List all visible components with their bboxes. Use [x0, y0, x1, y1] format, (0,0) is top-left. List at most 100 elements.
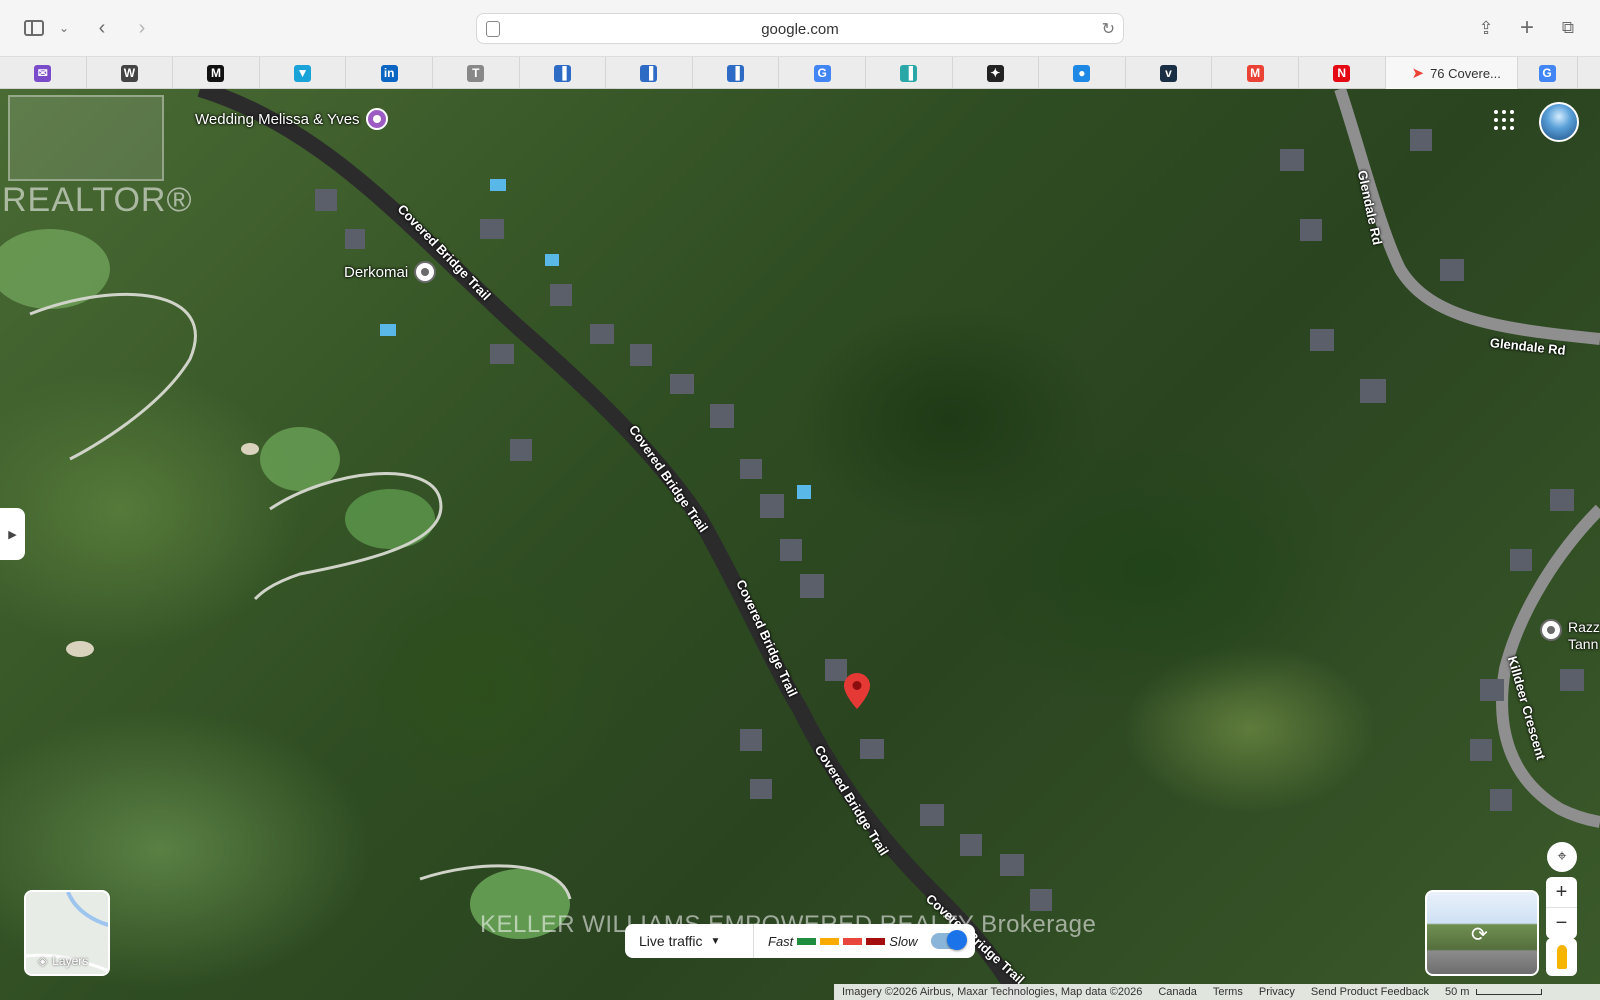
calendar-pin-icon — [365, 108, 388, 130]
favorite-buildings-8[interactable]: ▐ — [693, 57, 780, 89]
pegman-street-view-button[interactable] — [1546, 938, 1577, 976]
realtor-logo-mark — [8, 95, 164, 181]
poi-wedding-label: Wedding Melissa & Yves — [195, 110, 360, 128]
buildings-icon: ▐ — [640, 64, 658, 82]
wordpress-icon: W — [120, 64, 138, 82]
zoom-controls: + − — [1546, 877, 1577, 939]
scale-label: 50 m — [1444, 986, 1470, 998]
favorite-building-teal-10[interactable]: ▐ — [866, 57, 953, 89]
poi-derkomai[interactable]: Derkomai — [344, 261, 437, 283]
favorite-t-5[interactable]: T — [433, 57, 520, 89]
t-icon: T — [467, 64, 485, 82]
feedback-link[interactable]: Send Product Feedback — [1303, 986, 1437, 998]
road-network — [0, 89, 1600, 1000]
realtor-logo-text: REALTOR® — [2, 181, 193, 219]
apps-dot — [1502, 126, 1506, 130]
favorite-openai-11[interactable]: ✦ — [953, 57, 1040, 89]
gmail-icon: M — [1246, 64, 1264, 82]
apps-dot — [1494, 118, 1498, 122]
favorite-linkedin-4[interactable]: in — [346, 57, 433, 89]
tab-google[interactable]: G — [1518, 57, 1578, 89]
expand-side-panel-button[interactable]: ▶ — [0, 508, 25, 560]
street-view-thumbnail[interactable]: ⟳ — [1425, 890, 1539, 976]
satellite-map[interactable]: REALTOR® Covered Bridge Trail Covered Br… — [0, 89, 1600, 1000]
new-tab-button[interactable]: + — [1513, 14, 1541, 42]
favorite-vimeo-triangle-3[interactable]: ▼ — [260, 57, 347, 89]
buildings-icon: ▐ — [553, 64, 571, 82]
active-tab-title: 76 Covere... — [1430, 65, 1501, 81]
region-link[interactable]: Canada — [1150, 986, 1205, 998]
layers-button[interactable]: ◈ Layers — [24, 890, 110, 976]
favorite-buildings-6[interactable]: ▐ — [520, 57, 607, 89]
account-avatar[interactable] — [1539, 102, 1579, 142]
sidebar-toggle-button[interactable] — [20, 14, 48, 42]
building-teal-icon: ▐ — [900, 64, 918, 82]
share-icon[interactable]: ⇪ — [1472, 14, 1500, 42]
poi-razz[interactable]: Razz Tann — [1540, 619, 1600, 653]
covered-bridge-trail-road — [197, 89, 1027, 1000]
sand-bunker — [241, 443, 259, 455]
tab-active-maps[interactable]: ➤ 76 Covere... — [1385, 57, 1518, 89]
chevron-down-icon[interactable]: ⌄ — [50, 14, 78, 42]
favorite-proton-0[interactable]: ✉ — [0, 57, 87, 89]
browser-toolbar: ⌄ ‹ › google.com ↻ ⇪ + ⧉ — [0, 0, 1600, 57]
favorite-medium-2[interactable]: M — [173, 57, 260, 89]
favorite-netflix-15[interactable]: N — [1299, 57, 1386, 89]
apps-dot — [1502, 118, 1506, 122]
back-button[interactable]: ‹ — [88, 14, 116, 42]
privacy-link[interactable]: Privacy — [1251, 986, 1303, 998]
place-pin-icon — [414, 261, 437, 283]
layers-label: Layers — [52, 954, 89, 968]
pegman-icon — [1556, 945, 1567, 969]
speed-bar-stopped — [866, 937, 886, 945]
drop-icon: ● — [1073, 64, 1091, 82]
fast-label: Fast — [768, 933, 794, 949]
realtor-watermark-logo: REALTOR® — [0, 95, 192, 219]
slow-label: Slow — [889, 933, 918, 949]
vimeo-icon: v — [1160, 64, 1178, 82]
scale-bar[interactable]: 50 m — [1437, 986, 1551, 998]
favorite-google-9[interactable]: G — [779, 57, 866, 89]
my-location-button[interactable]: ⌖ — [1547, 842, 1577, 872]
speed-bar-fast — [797, 937, 817, 945]
openai-icon: ✦ — [986, 64, 1004, 82]
favorite-drop-12[interactable]: ● — [1039, 57, 1126, 89]
apps-grid-icon[interactable] — [1494, 110, 1516, 132]
sand-bunker — [66, 641, 94, 657]
terms-link[interactable]: Terms — [1205, 986, 1251, 998]
zoom-in-button[interactable]: + — [1546, 877, 1577, 908]
poi-wedding[interactable]: Wedding Melissa & Yves — [195, 108, 388, 130]
layers-label-wrap: ◈ Layers — [38, 954, 88, 968]
address-bar[interactable]: google.com ↻ — [476, 13, 1124, 44]
apps-dot — [1494, 126, 1498, 130]
favorite-buildings-7[interactable]: ▐ — [606, 57, 693, 89]
sidebar-icon — [24, 20, 44, 36]
apps-dot — [1510, 110, 1514, 114]
map-footer: Imagery ©2026 Airbus, Maxar Technologies… — [834, 984, 1600, 1000]
live-traffic-dropdown[interactable]: Live traffic ▼ — [625, 933, 753, 949]
forward-button[interactable]: › — [128, 14, 156, 42]
traffic-toggle[interactable] — [931, 930, 968, 950]
poi-razz-label: Razz Tann — [1568, 619, 1600, 652]
linkedin-icon: in — [380, 64, 398, 82]
maps-pin-icon: ➤ — [1411, 65, 1425, 82]
cart-path — [29, 292, 197, 461]
traffic-legend: Live traffic ▼ Fast Slow — [625, 924, 975, 958]
zoom-out-button[interactable]: − — [1546, 908, 1577, 939]
favorites-bar: ✉ W M ▼ in T ▐ ▐ ▐ G ▐ ✦ ● v M N ➤ 76 Covere... G — [0, 57, 1600, 89]
favorite-vimeo-13[interactable]: v — [1126, 57, 1213, 89]
caret-down-icon: ▼ — [710, 935, 721, 947]
apps-dot — [1510, 118, 1514, 122]
tab-overview-icon[interactable]: ⧉ — [1554, 14, 1582, 42]
apps-dot — [1502, 110, 1506, 114]
google-icon: G — [813, 64, 831, 82]
imagery-credit: Imagery ©2026 Airbus, Maxar Technologies… — [842, 986, 1143, 998]
reload-icon[interactable]: ↻ — [1102, 19, 1115, 39]
traffic-speed-scale: Fast Slow — [754, 934, 917, 949]
favorite-gmail-14[interactable]: M — [1212, 57, 1299, 89]
location-pin-icon[interactable] — [844, 673, 870, 709]
chevron-right-icon: ▶ — [8, 528, 17, 541]
google-icon: G — [1538, 64, 1556, 82]
favorite-wordpress-1[interactable]: W — [87, 57, 174, 89]
speed-bar-medium — [820, 937, 840, 945]
